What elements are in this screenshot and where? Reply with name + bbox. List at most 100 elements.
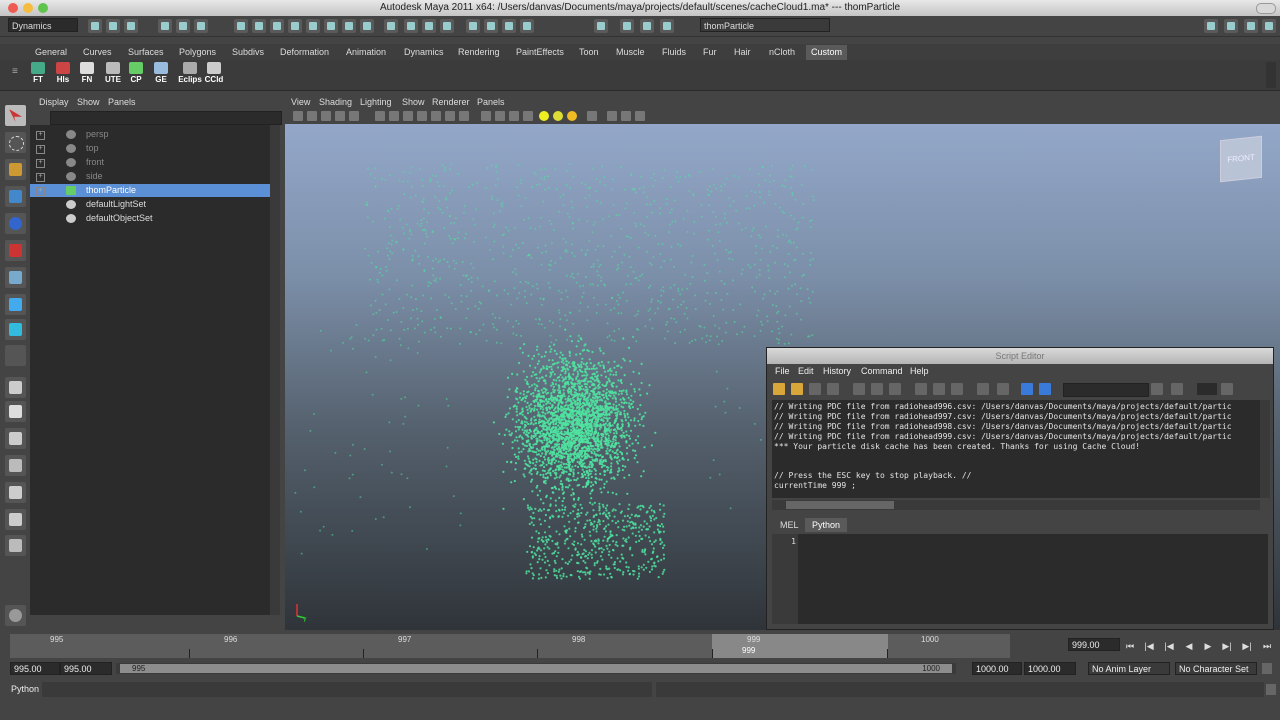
select-mode-icon[interactable] <box>620 19 634 33</box>
range-slider-handle[interactable]: 995 1000 <box>120 664 952 673</box>
shelf-tab-custom[interactable]: Custom <box>806 45 848 60</box>
lasso-tool-icon[interactable] <box>5 132 26 153</box>
layout-side-icon[interactable] <box>5 428 26 449</box>
film-gate-icon[interactable] <box>375 111 385 121</box>
shelf-button-ft[interactable]: FT <box>28 62 48 88</box>
shelf-tab-animation[interactable]: Animation <box>341 45 391 60</box>
viewport-menu-shading[interactable]: Shading <box>319 97 352 107</box>
go-to-start-icon[interactable]: ⏮ <box>1124 640 1136 652</box>
select-tool-icon[interactable] <box>5 105 26 126</box>
step-forward-key-icon[interactable]: ▶| <box>1221 640 1233 652</box>
show-both-icon[interactable] <box>951 383 963 395</box>
step-forward-frame-icon[interactable]: ▶| <box>1241 640 1253 652</box>
new-scene-icon[interactable] <box>88 19 102 33</box>
xray-joints-icon[interactable] <box>523 111 533 121</box>
universal-manipulator-icon[interactable] <box>5 267 26 288</box>
layout-outliner-icon[interactable] <box>5 482 26 503</box>
snap-grid-icon[interactable] <box>234 19 248 33</box>
outliner-menu-show[interactable]: Show <box>77 97 100 107</box>
shelf-tab-ncloth[interactable]: nCloth <box>764 45 800 60</box>
lock-icon[interactable] <box>384 19 398 33</box>
command-input-field[interactable] <box>42 682 652 697</box>
execute-all-icon[interactable] <box>1021 383 1033 395</box>
clear-history-icon[interactable] <box>853 383 865 395</box>
texture-icon[interactable] <box>459 111 469 121</box>
shelf-tab-general[interactable]: General <box>30 45 72 60</box>
viewport-menu-view[interactable]: View <box>291 97 310 107</box>
open-scene-icon[interactable] <box>106 19 120 33</box>
bookmark-icon[interactable] <box>321 111 331 121</box>
smooth-shade-icon[interactable] <box>495 111 505 121</box>
range-slider[interactable]: 995 1000 <box>116 663 956 674</box>
history-vertical-scrollbar[interactable] <box>1260 400 1270 498</box>
script-history-pane[interactable]: // Writing PDC file from radiohead996.cs… <box>772 400 1260 498</box>
shelf-button-cp[interactable]: CP <box>126 62 146 88</box>
viewcube[interactable]: FRONT <box>1220 135 1262 183</box>
expand-icon[interactable]: + <box>36 173 45 182</box>
snap-point-icon[interactable] <box>270 19 284 33</box>
attribute-editor-icon[interactable] <box>1224 19 1238 33</box>
tab-mel[interactable]: MEL <box>773 518 806 532</box>
viewport-menu-lighting[interactable]: Lighting <box>360 97 392 107</box>
show-input-icon[interactable] <box>933 383 945 395</box>
rename-mode-icon[interactable] <box>594 19 608 33</box>
script-editor-toggle-icon[interactable] <box>5 605 26 626</box>
search-up-icon[interactable] <box>1151 383 1163 395</box>
shelf-button-ge[interactable]: GE <box>151 62 171 88</box>
wireframe-icon[interactable] <box>481 111 491 121</box>
clear-all-icon[interactable] <box>889 383 901 395</box>
soft-modification-icon[interactable] <box>5 294 26 315</box>
script-editor-button-icon[interactable] <box>1266 684 1276 695</box>
show-history-icon[interactable] <box>915 383 927 395</box>
layout-four-icon[interactable] <box>5 401 26 422</box>
goto-line-icon[interactable] <box>1221 383 1233 395</box>
select-object-icon[interactable] <box>176 19 190 33</box>
viewport-menu-show[interactable]: Show <box>402 97 425 107</box>
ambient-occlusion-icon[interactable] <box>621 111 631 121</box>
channel-box-icon[interactable] <box>1262 19 1276 33</box>
render-settings-icon[interactable] <box>440 19 454 33</box>
use-all-lights-icon[interactable] <box>539 111 549 121</box>
shelf-tab-fluids[interactable]: Fluids <box>657 45 691 60</box>
output-ops-icon[interactable] <box>342 19 356 33</box>
snap-curve-icon[interactable] <box>252 19 266 33</box>
outliner-item-top[interactable]: + top <box>30 142 270 155</box>
shelf-tab-rendering[interactable]: Rendering <box>453 45 505 60</box>
select-hierarchy-icon[interactable] <box>158 19 172 33</box>
field-chart-icon[interactable] <box>417 111 427 121</box>
shelf-tab-hair[interactable]: Hair <box>729 45 756 60</box>
shadows-icon[interactable] <box>567 111 577 121</box>
layout-graph-icon[interactable] <box>5 455 26 476</box>
resolution-gate-icon[interactable] <box>389 111 399 121</box>
clear-input-icon[interactable] <box>871 383 883 395</box>
absolute-transform-icon[interactable] <box>660 19 674 33</box>
execute-icon[interactable] <box>1039 383 1051 395</box>
script-menu-edit[interactable]: Edit <box>798 366 814 376</box>
outliner-menu-display[interactable]: Display <box>39 97 69 107</box>
outliner-item-thomparticle[interactable]: + thomParticle <box>30 184 270 197</box>
outliner-menu-panels[interactable]: Panels <box>108 97 136 107</box>
isolate-select-icon[interactable] <box>587 111 597 121</box>
step-back-key-icon[interactable]: |◀ <box>1163 640 1175 652</box>
move-tool-icon[interactable] <box>5 186 26 207</box>
relative-transform-icon[interactable] <box>640 19 654 33</box>
symmetry-icon[interactable] <box>520 19 534 33</box>
playback-start-field[interactable]: 995.00 <box>60 662 112 675</box>
layout-hypershade-icon[interactable] <box>5 509 26 530</box>
tab-python[interactable]: Python <box>805 518 848 532</box>
command-language-label[interactable]: Python <box>11 684 39 694</box>
shelf-tab-toon[interactable]: Toon <box>574 45 604 60</box>
play-forwards-icon[interactable]: ▶ <box>1202 640 1214 652</box>
goto-line-field[interactable] <box>1197 383 1217 395</box>
render-view-icon[interactable] <box>1204 19 1218 33</box>
shelf-tab-surfaces[interactable]: Surfaces <box>123 45 169 60</box>
source-script-icon[interactable] <box>791 383 803 395</box>
tool-settings-icon[interactable] <box>1244 19 1258 33</box>
search-down-icon[interactable] <box>1171 383 1183 395</box>
shelf-button-ccld[interactable]: CCld <box>204 62 224 88</box>
save-scene-icon[interactable] <box>124 19 138 33</box>
image-plane-icon[interactable] <box>335 111 345 121</box>
go-to-end-icon[interactable]: ⏭ <box>1261 640 1273 652</box>
toolbar-toggle-button[interactable] <box>1256 3 1276 14</box>
scale-tool-icon[interactable] <box>5 240 26 261</box>
